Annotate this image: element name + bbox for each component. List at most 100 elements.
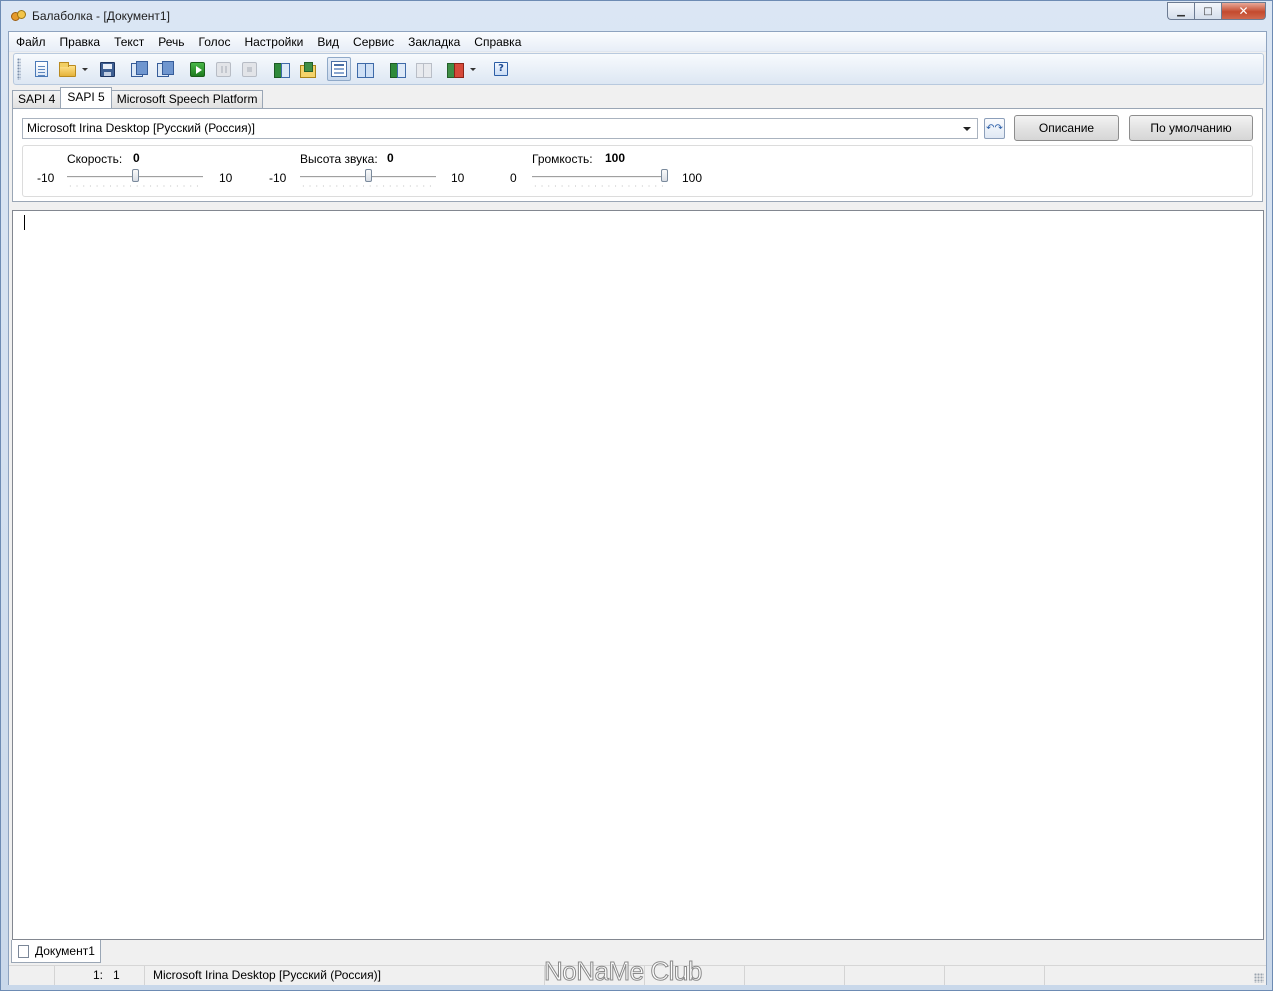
document-icon [18, 944, 29, 958]
stop-icon [241, 61, 257, 77]
menu-voice[interactable]: Голос [192, 32, 238, 52]
refresh-voices-button[interactable]: ↶↷ [984, 118, 1005, 139]
read-clipboard-icon [273, 62, 290, 78]
speed-value: 0 [133, 151, 140, 165]
menu-view[interactable]: Вид [310, 32, 346, 52]
refresh-icon: ↶↷ [986, 123, 1003, 134]
status-line: 1: [93, 968, 104, 982]
panel-splitter[interactable] [12, 205, 1263, 208]
pitch-slider-ticks [300, 185, 436, 187]
pause-button[interactable] [211, 57, 235, 81]
caption-buttons: ▁ □ ✕ [1167, 2, 1266, 20]
menu-help[interactable]: Справка [467, 32, 528, 52]
menu-settings[interactable]: Настройки [237, 32, 310, 52]
batch-save-button[interactable] [153, 57, 177, 81]
volume-slider-track[interactable] [532, 176, 668, 178]
menu-bookmark[interactable]: Закладка [401, 32, 467, 52]
toolbar-grip[interactable] [17, 58, 21, 80]
voice-select-value: Microsoft Irina Desktop [Русский (Россия… [27, 121, 255, 135]
help-button[interactable]: ? [489, 57, 513, 81]
read-clipboard-button[interactable] [269, 57, 293, 81]
status-col: 1 [113, 968, 120, 982]
document-tab[interactable]: Документ1 [11, 940, 101, 963]
stop-button[interactable] [237, 57, 261, 81]
disabled-compare-icon [415, 62, 432, 78]
speed-max: 10 [219, 171, 233, 185]
maximize-button[interactable]: □ [1194, 2, 1221, 20]
compare-button[interactable] [385, 57, 409, 81]
voice-mix-dropdown-arrow[interactable] [469, 68, 477, 71]
new-document-icon [34, 61, 48, 77]
status-cell-6 [745, 966, 845, 985]
status-cell-7 [845, 966, 945, 985]
menu-text[interactable]: Текст [107, 32, 151, 52]
voice-mix-button[interactable] [443, 57, 467, 81]
status-empty [9, 966, 55, 985]
disabled-compare-button[interactable] [411, 57, 435, 81]
read-file-icon [299, 61, 316, 78]
voice-settings-panel: Microsoft Irina Desktop [Русский (Россия… [12, 108, 1263, 202]
menu-speech[interactable]: Речь [151, 32, 191, 52]
engine-tabs: SAPI 4 SAPI 5 Microsoft Speech Platform [12, 87, 264, 108]
resize-grip[interactable] [1254, 973, 1264, 983]
title-bar[interactable]: Балаболка - [Документ1] ▁ □ ✕ [1, 1, 1272, 31]
text-editor[interactable] [12, 210, 1264, 940]
menu-edit[interactable]: Правка [53, 32, 108, 52]
app-window: Балаболка - [Документ1] ▁ □ ✕ Файл Правк… [0, 0, 1273, 991]
open-folder-icon [58, 61, 76, 77]
balabolka-app-icon[interactable] [10, 8, 26, 24]
menu-file[interactable]: Файл [9, 32, 53, 52]
open-dropdown-arrow[interactable] [81, 68, 89, 71]
compare-icon [389, 62, 406, 78]
read-file-button[interactable] [295, 57, 319, 81]
save-audio-icon [131, 61, 148, 77]
open-file-button[interactable] [55, 57, 79, 81]
tab-sapi4[interactable]: SAPI 4 [12, 90, 62, 108]
tab-sapi5[interactable]: SAPI 5 [60, 87, 112, 108]
status-voice: Microsoft Irina Desktop [Русский (Россия… [145, 966, 545, 985]
voice-mix-icon [447, 62, 464, 78]
toolbar: ? [13, 53, 1264, 85]
save-icon [99, 61, 115, 77]
tab-speech-platform[interactable]: Microsoft Speech Platform [110, 90, 264, 108]
volume-max: 100 [682, 171, 703, 185]
watermark: NoNaMe Club [544, 956, 703, 987]
volume-label: Громкость: [532, 152, 593, 166]
description-button[interactable]: Описание [1014, 115, 1119, 141]
menu-bar: Файл Правка Текст Речь Голос Настройки В… [9, 32, 1266, 52]
voice-sliders: Скорость: 0 -10 10 Высота звука: 0 -10 1… [22, 145, 1253, 197]
save-button[interactable] [95, 57, 119, 81]
volume-slider-thumb[interactable] [661, 169, 668, 182]
pitch-max: 10 [451, 171, 465, 185]
spell-check-icon [357, 62, 374, 78]
menu-tools[interactable]: Сервис [346, 32, 401, 52]
status-cell-8 [945, 966, 1045, 985]
speed-min: -10 [37, 171, 55, 185]
pause-icon [215, 61, 231, 77]
help-icon: ? [494, 62, 508, 76]
client-area: Файл Правка Текст Речь Голос Настройки В… [8, 31, 1267, 985]
minimize-button[interactable]: ▁ [1167, 2, 1194, 20]
clipboard-view-icon [331, 61, 347, 77]
volume-slider-ticks [532, 185, 668, 187]
new-document-button[interactable] [29, 57, 53, 81]
status-position: 1: 1 [55, 966, 145, 985]
pitch-value: 0 [387, 151, 394, 165]
spell-check-button[interactable] [353, 57, 377, 81]
save-audio-button[interactable] [127, 57, 151, 81]
speed-slider-ticks [67, 185, 203, 187]
speed-label: Скорость: [67, 152, 123, 166]
pitch-label: Высота звука: [300, 152, 378, 166]
volume-min: 0 [510, 171, 517, 185]
chevron-down-icon[interactable] [963, 127, 971, 131]
clipboard-view-button[interactable] [327, 57, 351, 81]
pitch-slider-thumb[interactable] [364, 169, 372, 182]
default-button[interactable]: По умолчанию [1129, 115, 1253, 141]
voice-select[interactable]: Microsoft Irina Desktop [Русский (Россия… [22, 118, 978, 139]
volume-value: 100 [605, 151, 626, 165]
play-button[interactable] [185, 57, 209, 81]
window-title: Балаболка - [Документ1] [32, 9, 170, 23]
pitch-min: -10 [269, 171, 287, 185]
speed-slider-thumb[interactable] [131, 169, 139, 182]
close-button[interactable]: ✕ [1221, 2, 1266, 20]
